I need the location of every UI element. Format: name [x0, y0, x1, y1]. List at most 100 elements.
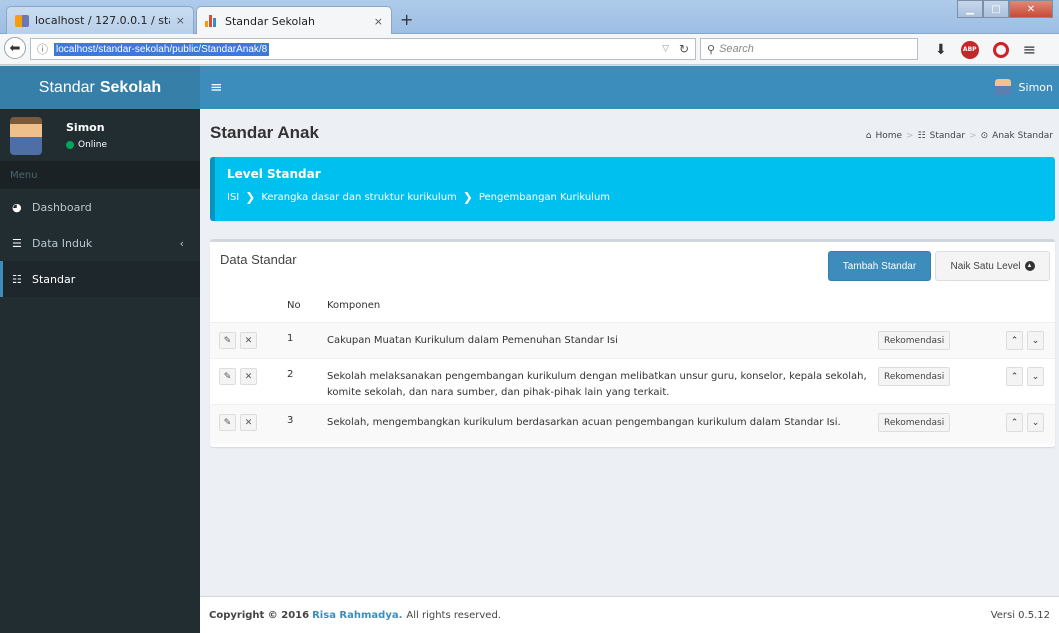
- browser-tab-phpmyadmin[interactable]: localhost / 127.0.0.1 / stan... ×: [6, 6, 194, 34]
- edit-icon[interactable]: ✎: [219, 368, 236, 385]
- adblock-icon[interactable]: ABP: [960, 40, 979, 59]
- brand-bold: Sekolah: [99, 78, 162, 96]
- back-button[interactable]: ⬅: [4, 37, 26, 59]
- url-text[interactable]: localhost/standar-sekolah/public/Standar…: [54, 42, 270, 56]
- breadcrumb-separator: >: [906, 131, 914, 141]
- user-menu[interactable]: Simon: [994, 79, 1053, 95]
- database-icon: ☰: [12, 236, 22, 250]
- avatar: [10, 117, 42, 155]
- table-row: ✎ ✕ 1 Cakupan Muatan Kurikulum dalam Pem…: [210, 322, 1055, 358]
- dashboard-icon: ◕: [12, 200, 22, 214]
- sort-controls: ⌃ ⌄: [1006, 331, 1044, 350]
- search-icon: ⚲: [707, 43, 716, 56]
- sidebar-toggle-icon[interactable]: ≡: [210, 78, 223, 96]
- delete-icon[interactable]: ✕: [240, 332, 257, 349]
- chevron-left-icon: ‹: [179, 236, 184, 250]
- column-header-no: No: [287, 300, 301, 311]
- sidebar-item-label: Data Induk: [32, 236, 93, 250]
- level-title: Level Standar: [227, 167, 321, 181]
- footer-copyright: Copyright © 2016: [209, 609, 310, 621]
- breadcrumb-home[interactable]: Home: [875, 131, 902, 141]
- level-path: ISI ❯ Kerangka dasar dan struktur kuriku…: [227, 190, 1043, 204]
- new-tab-button[interactable]: +: [400, 10, 413, 29]
- chevron-right-icon: ❯: [245, 190, 256, 204]
- level-path-item[interactable]: ISI: [227, 192, 239, 203]
- edit-icon[interactable]: ✎: [219, 332, 236, 349]
- sidebar-item-dashboard[interactable]: ◕ Dashboard: [0, 189, 200, 225]
- row-komponen: Cakupan Muatan Kurikulum dalam Pemenuhan…: [327, 335, 618, 346]
- window-controls: ▁ □ ✕: [957, 0, 1053, 18]
- rekomendasi-button[interactable]: Rekomendasi: [878, 367, 951, 386]
- row-number: 3: [287, 415, 294, 426]
- user-panel: Simon Online: [0, 109, 200, 161]
- browser-toolbar: ⬇ ABP ≡: [935, 40, 1036, 59]
- breadcrumb: ⌂ Home > ☷ Standar > ⊙ Anak Standar: [866, 131, 1053, 141]
- target-icon: ⊙: [980, 131, 989, 141]
- app-logo[interactable]: Standar Sekolah: [0, 66, 200, 109]
- move-down-icon[interactable]: ⌄: [1027, 413, 1044, 432]
- search-input[interactable]: ⚲ Search: [700, 38, 918, 60]
- minimize-button[interactable]: ▁: [957, 0, 983, 18]
- tab-close-icon[interactable]: ×: [176, 14, 185, 27]
- tab-close-icon[interactable]: ×: [374, 15, 383, 28]
- row-komponen: Sekolah, mengembangkan kurikulum berdasa…: [327, 417, 841, 428]
- page-title: Standar Anak: [210, 123, 319, 142]
- reload-icon[interactable]: ↻: [679, 42, 689, 56]
- back-arrow-icon: ⬅: [9, 40, 21, 56]
- footer-author-link[interactable]: Risa Rahmadya.: [312, 610, 402, 621]
- edit-icon[interactable]: ✎: [219, 414, 236, 431]
- sort-controls: ⌃ ⌄: [1006, 413, 1044, 432]
- browser-menu-icon[interactable]: ≡: [1023, 40, 1036, 59]
- app-root: Standar Sekolah ≡ Simon Simon Online Men…: [0, 66, 1059, 633]
- table-row: ✎ ✕ 2 Sekolah melaksanakan pengembangan …: [210, 358, 1055, 404]
- level-path-item[interactable]: Pengembangan Kurikulum: [479, 192, 610, 203]
- search-placeholder: Search: [719, 43, 754, 55]
- user-status-text: Online: [78, 140, 108, 150]
- sidebar-item-label: Standar: [32, 272, 76, 286]
- move-up-icon[interactable]: ⌃: [1006, 331, 1023, 350]
- browser-nav-bar: ⬅ ⓘ localhost/standar-sekolah/public/Sta…: [0, 34, 1059, 65]
- maximize-button[interactable]: □: [983, 0, 1009, 18]
- address-bar[interactable]: ⓘ localhost/standar-sekolah/public/Stand…: [30, 38, 696, 60]
- tab-title: Standar Sekolah: [225, 14, 315, 28]
- home-icon: ⌂: [865, 131, 872, 141]
- move-up-icon[interactable]: ⌃: [1006, 413, 1023, 432]
- sidebar: Simon Online Menu ◕ Dashboard ☰ Data Ind…: [0, 109, 200, 633]
- breadcrumb-standar[interactable]: Standar: [930, 131, 965, 141]
- sidebar-item-data-induk[interactable]: ☰ Data Induk ‹: [0, 225, 200, 261]
- move-down-icon[interactable]: ⌄: [1027, 331, 1044, 350]
- top-navbar: ≡ Simon: [200, 66, 1059, 109]
- sliders-icon: ☷: [917, 131, 926, 141]
- delete-icon[interactable]: ✕: [240, 414, 257, 431]
- browser-tab-bar: localhost / 127.0.0.1 / stan... × Standa…: [0, 0, 1059, 35]
- main-content: Standar Anak ⌂ Home > ☷ Standar > ⊙ Anak…: [200, 109, 1059, 596]
- rekomendasi-button[interactable]: Rekomendasi: [878, 413, 951, 432]
- rekomendasi-button[interactable]: Rekomendasi: [878, 331, 951, 350]
- app-favicon-icon: [205, 15, 219, 27]
- move-down-icon[interactable]: ⌄: [1027, 367, 1044, 386]
- url-history-dropdown-icon[interactable]: ▽: [662, 44, 669, 54]
- site-info-icon[interactable]: ⓘ: [37, 41, 48, 57]
- opera-icon[interactable]: [992, 41, 1009, 58]
- move-up-icon[interactable]: ⌃: [1006, 367, 1023, 386]
- level-path-item[interactable]: Kerangka dasar dan struktur kurikulum: [261, 192, 456, 203]
- tambah-standar-button[interactable]: Tambah Standar: [828, 251, 931, 281]
- sliders-icon: ☷: [12, 272, 22, 286]
- tab-title: localhost / 127.0.0.1 / stan...: [35, 14, 170, 27]
- window-close-button[interactable]: ✕: [1009, 0, 1053, 18]
- user-avatar-icon: [994, 79, 1011, 95]
- sidebar-item-standar[interactable]: ☷ Standar: [0, 261, 200, 297]
- phpmyadmin-favicon-icon: [15, 14, 29, 27]
- box-title: Data Standar: [220, 252, 297, 267]
- delete-icon[interactable]: ✕: [240, 368, 257, 385]
- column-header-komponen: Komponen: [327, 300, 381, 311]
- footer-version: Versi 0.5.12: [990, 609, 1050, 621]
- user-panel-name: Simon: [66, 121, 105, 134]
- download-icon[interactable]: ⬇: [935, 42, 947, 58]
- user-status: Online: [66, 140, 107, 150]
- browser-tab-standar-sekolah[interactable]: Standar Sekolah ×: [196, 6, 392, 35]
- naik-satu-level-button[interactable]: Naik Satu Level ▲: [935, 251, 1050, 281]
- circle-up-icon: ▲: [1024, 261, 1035, 271]
- sort-controls: ⌃ ⌄: [1006, 367, 1044, 386]
- row-number: 2: [287, 369, 294, 380]
